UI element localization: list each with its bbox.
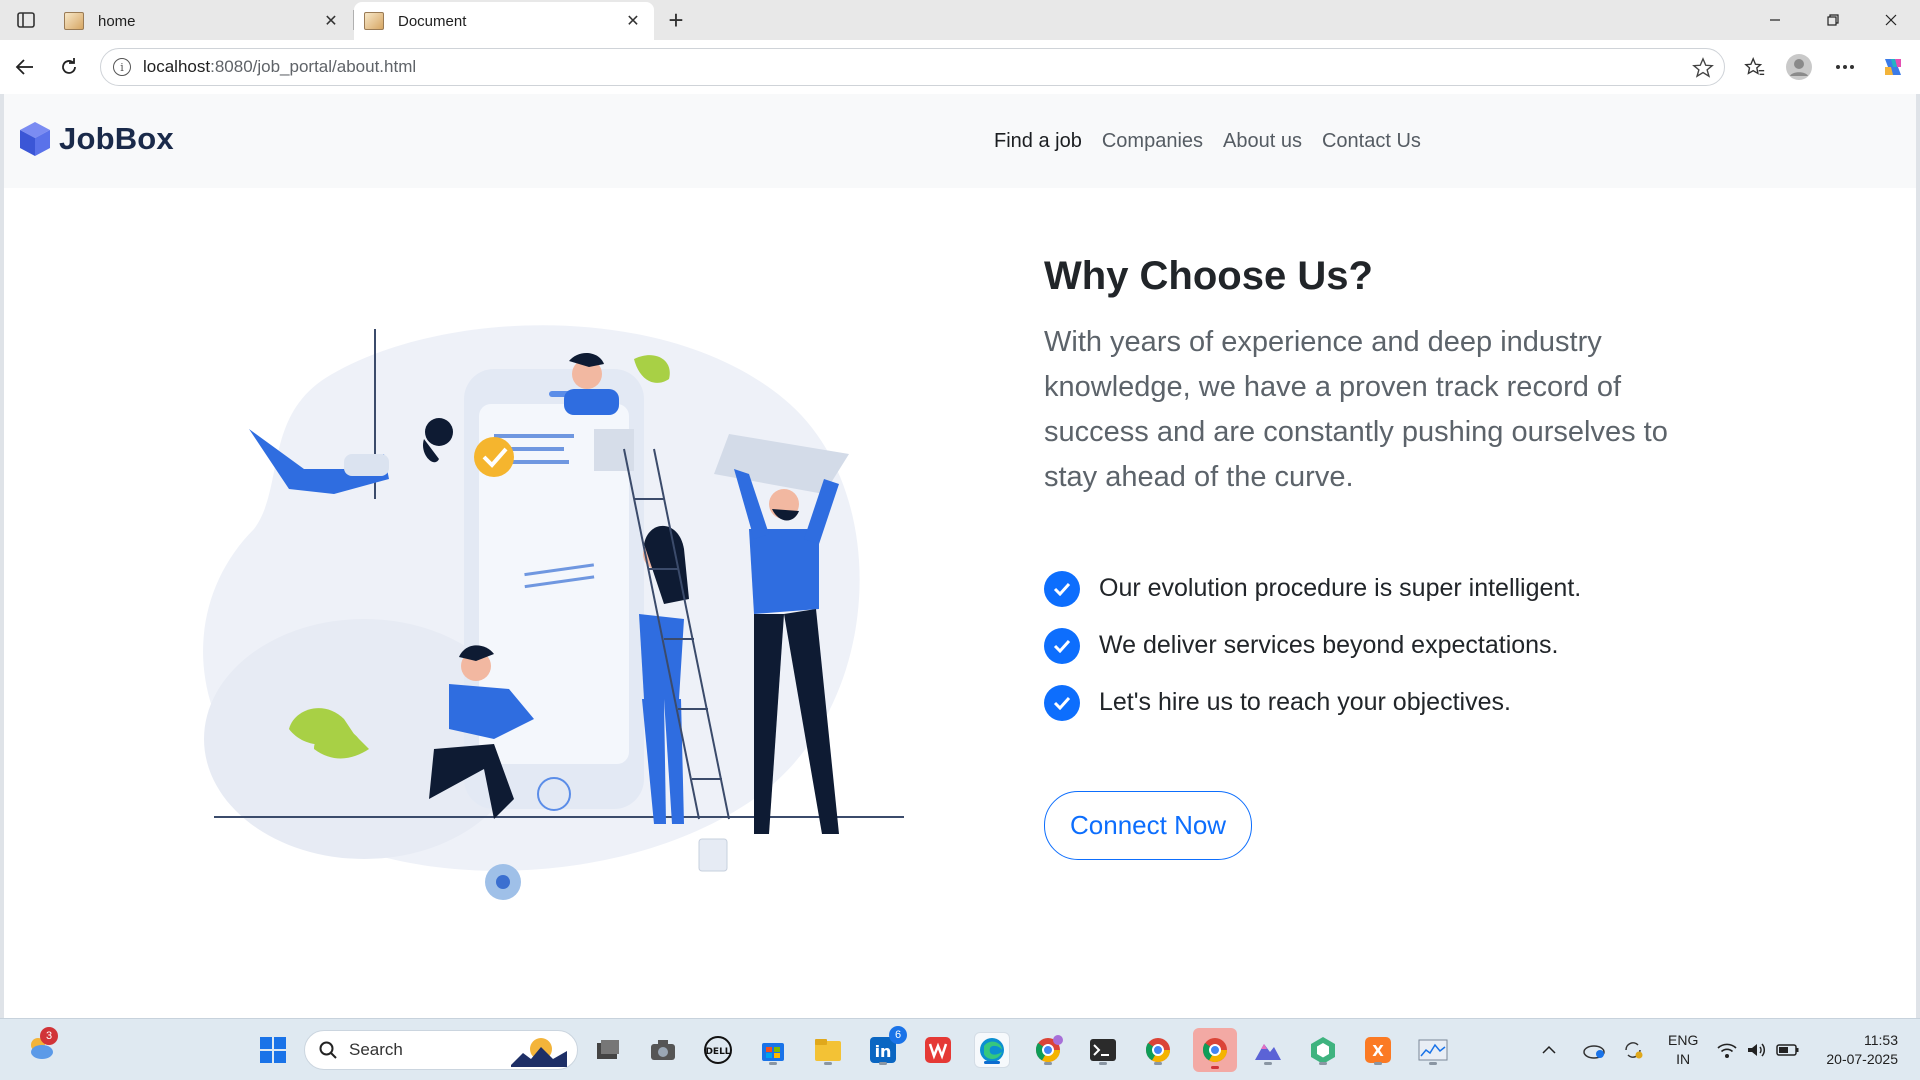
search-icon — [319, 1041, 337, 1059]
site-info-icon[interactable]: i — [113, 58, 131, 76]
terminal-icon[interactable] — [1085, 1032, 1121, 1068]
check-circle-icon — [1044, 684, 1080, 721]
file-explorer-icon[interactable] — [810, 1032, 846, 1068]
svg-text:X: X — [1372, 1042, 1384, 1060]
sync-icon[interactable] — [1622, 1019, 1644, 1080]
wifi-icon[interactable] — [1716, 1019, 1738, 1080]
chrome-profile-icon[interactable] — [1030, 1032, 1066, 1068]
nav-about-us[interactable]: About us — [1213, 130, 1312, 153]
system-clock[interactable]: 11:53 20-07-2025 — [1826, 1031, 1898, 1069]
taskbar-search[interactable]: Search — [304, 1030, 578, 1070]
xampp-icon[interactable]: X — [1360, 1032, 1396, 1068]
list-item: Our evolution procedure is super intelli… — [1044, 560, 1724, 617]
main-nav: Find a job Companies About us Contact Us — [984, 130, 1431, 153]
close-icon[interactable]: ✕ — [622, 10, 644, 32]
dell-app-icon[interactable]: DELL — [700, 1032, 736, 1068]
cube-logo-icon — [20, 122, 50, 156]
favorite-star-icon[interactable] — [1692, 57, 1714, 79]
hex-app-icon[interactable] — [1305, 1032, 1341, 1068]
check-circle-icon — [1044, 570, 1080, 607]
chrome-icon[interactable] — [1140, 1032, 1176, 1068]
list-item: We deliver services beyond expectations. — [1044, 617, 1724, 674]
task-view-icon[interactable] — [590, 1032, 626, 1068]
browser-tab-strip: home ✕ Document ✕ + — [0, 0, 1920, 40]
why-choose-us-section: Why Choose Us? With years of experience … — [1044, 252, 1724, 860]
notification-badge: 3 — [40, 1027, 58, 1045]
feature-text: Our evolution procedure is super intelli… — [1099, 574, 1582, 602]
tab-title: Document — [398, 12, 467, 30]
brand-name: JobBox — [59, 121, 174, 156]
team-illustration — [203, 325, 904, 900]
svg-text:in: in — [875, 1042, 892, 1061]
check-circle-icon — [1044, 627, 1080, 664]
search-placeholder: Search — [349, 1040, 403, 1059]
windows-taskbar: 3 Search DELL in 6 X ENG IN 11:53 20-07-2… — [0, 1018, 1920, 1080]
tab-title: home — [98, 12, 136, 30]
resource-monitor-icon[interactable] — [1415, 1032, 1451, 1068]
connect-now-button[interactable]: Connect Now — [1044, 791, 1253, 860]
nav-companies[interactable]: Companies — [1092, 130, 1213, 153]
feature-text: We deliver services beyond expectations. — [1099, 631, 1559, 659]
window-controls — [1746, 0, 1920, 40]
list-item: Let's hire us to reach your objectives. — [1044, 674, 1724, 731]
mountain-app-icon[interactable] — [1250, 1032, 1286, 1068]
address-bar[interactable]: i localhost:8080/job_portal/about.html — [100, 48, 1725, 86]
minimize-button[interactable] — [1746, 0, 1804, 40]
linkedin-badge: 6 — [889, 1026, 907, 1044]
url-text: localhost:8080/job_portal/about.html — [143, 57, 417, 76]
edge-browser-icon[interactable] — [974, 1032, 1010, 1068]
show-hidden-icons[interactable] — [1542, 1019, 1556, 1080]
tab-document[interactable]: Document ✕ — [354, 2, 654, 40]
new-tab-button[interactable]: + — [662, 5, 690, 35]
weather-widget-icon[interactable]: 3 — [24, 1027, 60, 1067]
clock-time: 11:53 — [1864, 1032, 1898, 1048]
close-icon[interactable]: ✕ — [320, 10, 342, 32]
page-favicon-icon — [64, 12, 84, 30]
tab-actions-icon[interactable] — [10, 8, 42, 32]
back-button[interactable] — [8, 50, 42, 84]
profile-avatar[interactable] — [1782, 50, 1816, 84]
favorites-icon[interactable] — [1738, 50, 1772, 84]
language-indicator[interactable]: ENG IN — [1668, 1031, 1698, 1069]
svg-text:DELL: DELL — [705, 1047, 730, 1057]
linkedin-icon[interactable]: in 6 — [865, 1026, 907, 1068]
page-viewport: JobBox Find a job Companies About us Con… — [4, 94, 1916, 1018]
section-lead: With years of experience and deep indust… — [1044, 326, 1668, 493]
tab-home[interactable]: home ✕ — [54, 2, 352, 40]
nav-contact-us[interactable]: Contact Us — [1312, 130, 1431, 153]
wps-office-icon[interactable] — [920, 1032, 956, 1068]
start-menu-icon[interactable] — [255, 1032, 291, 1068]
feature-text: Let's hire us to reach your objectives. — [1099, 688, 1511, 716]
section-heading: Why Choose Us? — [1044, 254, 1373, 298]
site-navbar: JobBox Find a job Companies About us Con… — [4, 94, 1916, 188]
close-window-button[interactable] — [1862, 0, 1920, 40]
restore-button[interactable] — [1804, 0, 1862, 40]
onedrive-icon[interactable] — [1582, 1019, 1606, 1080]
camera-app-icon[interactable] — [645, 1032, 681, 1068]
microsoft-store-icon[interactable] — [755, 1032, 791, 1068]
more-options-icon[interactable] — [1828, 50, 1862, 84]
refresh-button[interactable] — [52, 50, 86, 84]
nav-find-a-job[interactable]: Find a job — [984, 130, 1092, 153]
clock-date: 20-07-2025 — [1826, 1051, 1898, 1067]
search-highlight-icon — [511, 1038, 567, 1067]
battery-icon[interactable] — [1776, 1019, 1800, 1080]
feature-list: Our evolution procedure is super intelli… — [1044, 560, 1724, 731]
copilot-icon[interactable] — [1876, 50, 1910, 84]
page-favicon-icon — [364, 12, 384, 30]
volume-icon[interactable] — [1746, 1019, 1768, 1080]
chrome-active-icon[interactable] — [1193, 1028, 1237, 1072]
brand-logo[interactable]: JobBox — [19, 121, 174, 157]
browser-toolbar: i localhost:8080/job_portal/about.html — [0, 40, 1920, 94]
